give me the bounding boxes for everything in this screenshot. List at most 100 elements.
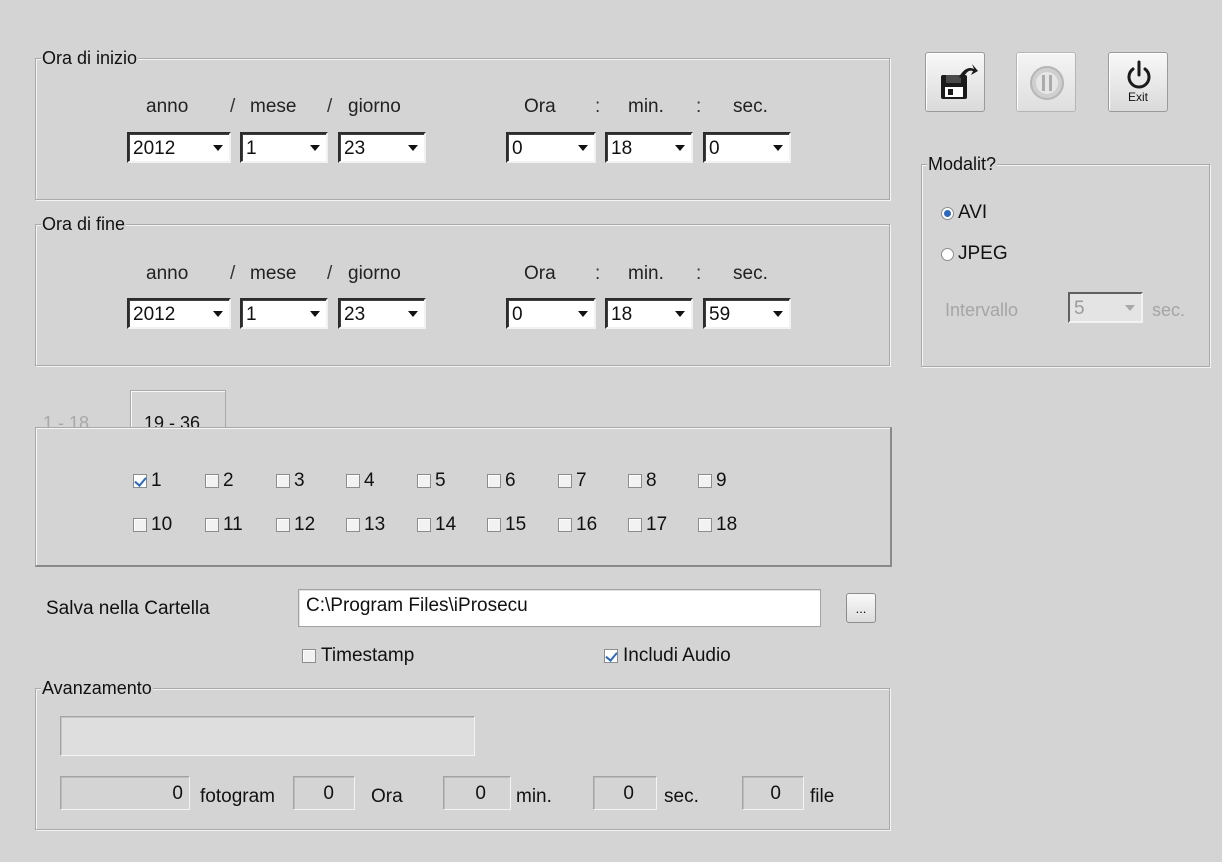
- end-slash-2: /: [327, 263, 333, 284]
- timestamp-label[interactable]: Timestamp: [321, 646, 414, 666]
- radio-jpeg[interactable]: [941, 248, 954, 261]
- channel-label[interactable]: 6: [505, 471, 516, 491]
- channel-checkbox[interactable]: [133, 518, 147, 532]
- channel-label[interactable]: 5: [435, 471, 446, 491]
- end-day-label: giorno: [348, 263, 401, 284]
- frames-unit: fotogram: [200, 786, 275, 807]
- tab-19-36[interactable]: 19 - 36: [130, 390, 226, 433]
- seconds-value: 0: [623, 783, 634, 804]
- end-hour-label: Ora: [524, 263, 556, 284]
- end-day-combo[interactable]: 23: [338, 298, 426, 329]
- radio-avi[interactable]: [941, 207, 954, 220]
- channel-label[interactable]: 14: [435, 515, 456, 535]
- channel-checkbox[interactable]: [276, 518, 290, 532]
- save-path-field[interactable]: C:\Program Files\iProsecu: [298, 589, 821, 627]
- end-year-label: anno: [146, 263, 189, 284]
- stop-button[interactable]: [1016, 52, 1076, 112]
- chevron-down-icon: [578, 311, 588, 317]
- files-unit: file: [810, 786, 835, 807]
- channel-checkbox[interactable]: [487, 518, 501, 532]
- channel-label[interactable]: 15: [505, 515, 526, 535]
- chevron-down-icon: [310, 145, 320, 151]
- channel-checkbox[interactable]: [698, 518, 712, 532]
- end-slash-1: /: [230, 263, 236, 284]
- start-month-value: 1: [246, 138, 257, 159]
- end-hour-combo[interactable]: 0: [506, 298, 596, 329]
- channel-checkbox[interactable]: [276, 474, 290, 488]
- channel-label[interactable]: 2: [223, 471, 234, 491]
- start-day-combo[interactable]: 23: [338, 132, 426, 163]
- channel-label[interactable]: 13: [364, 515, 385, 535]
- channel-label[interactable]: 16: [576, 515, 597, 535]
- channel-label[interactable]: 10: [151, 515, 172, 535]
- end-hour-value: 0: [512, 304, 523, 325]
- start-month-combo[interactable]: 1: [240, 132, 328, 163]
- end-sec-label: sec.: [733, 263, 768, 284]
- start-year-combo[interactable]: 2012: [127, 132, 231, 163]
- channel-checkbox[interactable]: [346, 474, 360, 488]
- start-colon-2: :: [696, 96, 702, 117]
- start-day-label: giorno: [348, 96, 401, 117]
- start-min-value: 18: [611, 138, 633, 159]
- end-sec-combo[interactable]: 59: [703, 298, 791, 329]
- timestamp-checkbox[interactable]: [302, 649, 316, 663]
- channel-label[interactable]: 8: [646, 471, 657, 491]
- channel-checkbox[interactable]: [558, 474, 572, 488]
- channel-checkbox[interactable]: [417, 518, 431, 532]
- channel-label[interactable]: 3: [294, 471, 305, 491]
- chevron-down-icon: [213, 145, 223, 151]
- channel-label[interactable]: 11: [223, 515, 243, 535]
- include-audio-checkbox[interactable]: [604, 649, 618, 663]
- end-min-combo[interactable]: 18: [605, 298, 693, 329]
- end-colon-2: :: [696, 263, 702, 284]
- frames-readout: 0: [60, 776, 190, 810]
- frames-value: 0: [172, 783, 183, 804]
- channel-label[interactable]: 7: [576, 471, 587, 491]
- channel-checkbox[interactable]: [346, 518, 360, 532]
- include-audio-label[interactable]: Includi Audio: [623, 646, 731, 666]
- channel-checkbox[interactable]: [487, 474, 501, 488]
- start-min-combo[interactable]: 18: [605, 132, 693, 163]
- chevron-down-icon: [773, 145, 783, 151]
- files-readout: 0: [742, 776, 804, 810]
- end-month-combo[interactable]: 1: [240, 298, 328, 329]
- start-year-label: anno: [146, 96, 189, 117]
- channel-label[interactable]: 1: [151, 471, 162, 491]
- channel-checkbox[interactable]: [205, 474, 219, 488]
- radio-avi-label[interactable]: AVI: [958, 202, 987, 224]
- end-day-value: 23: [344, 304, 366, 325]
- radio-jpeg-label[interactable]: JPEG: [958, 243, 1008, 265]
- exit-label: Exit: [1127, 90, 1148, 104]
- end-month-value: 1: [246, 304, 257, 325]
- channel-label[interactable]: 18: [716, 515, 737, 535]
- start-slash-1: /: [230, 96, 236, 117]
- end-year-combo[interactable]: 2012: [127, 298, 231, 329]
- start-sec-combo[interactable]: 0: [703, 132, 791, 163]
- chevron-down-icon: [578, 145, 588, 151]
- start-month-label: mese: [250, 96, 297, 117]
- channel-checkbox[interactable]: [558, 518, 572, 532]
- channel-checkbox[interactable]: [628, 474, 642, 488]
- channel-checkbox[interactable]: [417, 474, 431, 488]
- interval-combo[interactable]: 5: [1068, 292, 1143, 323]
- progress-bar: [60, 716, 475, 756]
- channel-label[interactable]: 17: [646, 515, 667, 535]
- interval-label: Intervallo: [945, 300, 1019, 320]
- minutes-unit: min.: [516, 786, 552, 807]
- save-path-value: C:\Program Files\iProsecu: [306, 595, 528, 616]
- save-button[interactable]: [925, 52, 985, 112]
- channel-checkbox[interactable]: [205, 518, 219, 532]
- channel-checkbox[interactable]: [698, 474, 712, 488]
- channel-checkbox[interactable]: [628, 518, 642, 532]
- exit-button[interactable]: Exit: [1108, 52, 1168, 112]
- channel-checkbox[interactable]: [133, 474, 147, 488]
- progress-legend: Avanzamento: [41, 677, 153, 699]
- channel-label[interactable]: 12: [294, 515, 315, 535]
- channel-label[interactable]: 9: [716, 471, 727, 491]
- browse-button[interactable]: ...: [846, 593, 876, 623]
- channel-label[interactable]: 4: [364, 471, 375, 491]
- start-hour-combo[interactable]: 0: [506, 132, 596, 163]
- chevron-down-icon: [213, 311, 223, 317]
- start-hour-label: Ora: [524, 96, 556, 117]
- start-sec-value: 0: [709, 138, 720, 159]
